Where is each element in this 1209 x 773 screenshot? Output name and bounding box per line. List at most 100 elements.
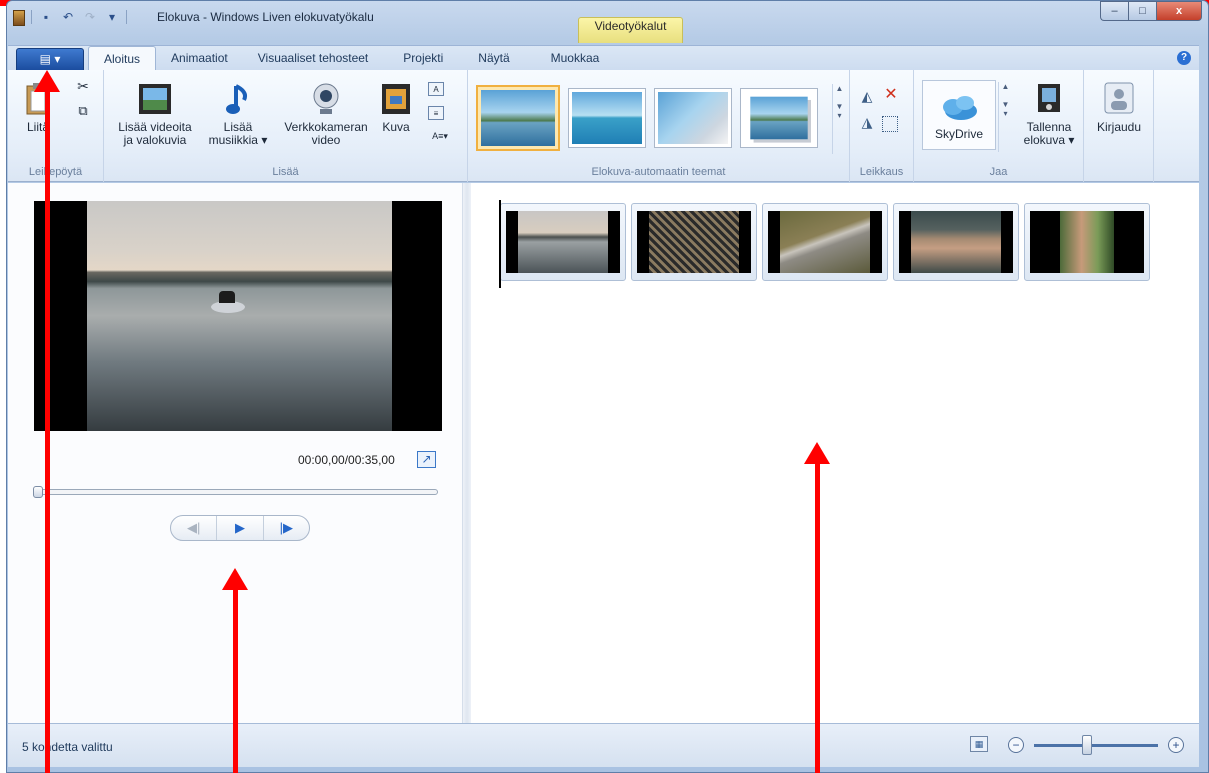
maximize-button[interactable]: □ bbox=[1128, 1, 1156, 21]
group-label-edit: Leikkaus bbox=[859, 166, 904, 178]
ribbon-tab-strip: ▤ ▾ Aloitus Animaatiot Visuaaliset tehos… bbox=[8, 45, 1199, 71]
help-icon[interactable]: ? bbox=[1177, 51, 1191, 65]
skydrive-label: SkyDrive bbox=[934, 127, 983, 141]
storyboard-clip[interactable] bbox=[893, 203, 1019, 281]
contextual-tab-group-label: Videotyökalut bbox=[594, 19, 667, 33]
storyboard-clip[interactable] bbox=[499, 200, 626, 288]
webcam-icon bbox=[313, 83, 339, 114]
zoom-in-icon[interactable]: + bbox=[1168, 737, 1184, 753]
clip-image bbox=[1060, 211, 1114, 273]
signin-button[interactable]: Kirjaudu bbox=[1090, 82, 1148, 134]
save-movie-button[interactable]: Tallenna elokuva ▾ bbox=[1018, 82, 1080, 147]
ribbon-group-add: Lisää videoita ja valokuvia Lisää musiik… bbox=[104, 70, 468, 182]
webcam-label-line1: Verkkokameran bbox=[284, 120, 368, 134]
playback-controls: ◀| ▶ |▶ bbox=[170, 515, 310, 541]
share-gallery-scroller[interactable]: ▲ ▼ ▾ bbox=[998, 82, 1012, 152]
theme-thumb[interactable] bbox=[740, 88, 818, 148]
qat-customize-icon[interactable]: ▾ bbox=[104, 9, 120, 25]
group-label-share: Jaa bbox=[989, 166, 1008, 178]
rotate-right-icon[interactable]: ◮ bbox=[858, 115, 876, 129]
clip-thumbnail bbox=[637, 211, 751, 273]
tab-animaatiot[interactable]: Animaatiot bbox=[156, 46, 243, 71]
storyboard-clip[interactable] bbox=[631, 203, 757, 281]
group-label-clipboard: Leikepöytä bbox=[28, 166, 83, 178]
webcam-video-button[interactable]: Verkkokameran video bbox=[280, 82, 372, 147]
save-movie-icon bbox=[1038, 84, 1060, 112]
theme-preview bbox=[572, 92, 642, 144]
ribbon-group-themes: ▲ ▼ ▾ Elokuva-automaatin teemat bbox=[468, 70, 850, 182]
window-title: Elokuva - Windows Liven elokuvatyökalu bbox=[157, 10, 374, 24]
zoom-out-icon[interactable]: − bbox=[1008, 737, 1024, 753]
theme-preview bbox=[481, 90, 555, 146]
annotation-arrow bbox=[34, 70, 60, 773]
storyboard-size-icon[interactable]: ▦ bbox=[970, 736, 988, 752]
add-video-icon bbox=[139, 84, 171, 114]
remove-icon[interactable]: ✕ bbox=[882, 87, 900, 103]
status-bar: 5 kohdetta valittu ▦ − + bbox=[8, 723, 1199, 767]
previous-frame-button[interactable]: ◀| bbox=[171, 516, 218, 540]
zoom-slider-thumb[interactable] bbox=[1082, 735, 1092, 755]
theme-thumb[interactable] bbox=[476, 85, 560, 151]
minimize-button[interactable]: – bbox=[1100, 1, 1128, 21]
storyboard-clip[interactable] bbox=[1024, 203, 1150, 281]
theme-thumb[interactable] bbox=[654, 88, 732, 148]
fullscreen-icon[interactable]: ↗ bbox=[417, 451, 436, 468]
application-menu-button[interactable]: ▤ ▾ bbox=[16, 48, 84, 71]
group-label-add: Lisää bbox=[272, 166, 299, 178]
seek-handle[interactable] bbox=[33, 486, 43, 498]
caption-title-icon[interactable]: A bbox=[428, 82, 444, 96]
preview-frame bbox=[87, 201, 392, 431]
playhead[interactable] bbox=[499, 200, 501, 288]
clip-image bbox=[518, 211, 608, 273]
signin-icon bbox=[1104, 82, 1134, 114]
close-button[interactable]: x bbox=[1156, 1, 1202, 21]
play-button[interactable]: ▶ bbox=[217, 516, 264, 540]
clip-thumbnail bbox=[899, 211, 1013, 273]
tab-muokkaa[interactable]: Muokkaa bbox=[525, 46, 626, 71]
workspace: 00:00,00/00:35,00 ↗ ◀| ▶ |▶ bbox=[8, 183, 1199, 723]
caption-icon[interactable]: ≡ bbox=[428, 106, 444, 120]
tab-nayta[interactable]: Näytä bbox=[458, 46, 524, 71]
selection-status: 5 kohdetta valittu bbox=[22, 740, 113, 754]
rotate-left-icon[interactable]: ◭ bbox=[858, 89, 876, 103]
preview-boat bbox=[211, 291, 245, 313]
add-videos-photos-button[interactable]: Lisää videoita ja valokuvia bbox=[110, 82, 200, 147]
qat-separator bbox=[31, 10, 32, 24]
add-music-button[interactable]: Lisää musiikkia ▾ bbox=[204, 82, 272, 147]
tab-visuaaliset-tehosteet[interactable]: Visuaaliset tehosteet bbox=[243, 46, 384, 71]
clip-image bbox=[649, 211, 739, 273]
playback-time: 00:00,00/00:35,00 bbox=[298, 453, 395, 467]
zoom-slider-track[interactable] bbox=[1034, 744, 1158, 747]
seek-bar[interactable] bbox=[33, 486, 438, 498]
credits-icon[interactable]: A≡▾ bbox=[428, 130, 452, 144]
clip-thumbnail bbox=[1030, 211, 1144, 273]
group-label-themes: Elokuva-automaatin teemat bbox=[591, 166, 726, 178]
pane-splitter[interactable] bbox=[463, 183, 471, 723]
next-frame-button[interactable]: |▶ bbox=[264, 516, 309, 540]
save-icon[interactable]: ▪ bbox=[38, 9, 54, 25]
title-bar[interactable]: ▪ ↶ ↷ ▾ Elokuva - Windows Liven elokuvat… bbox=[7, 1, 1208, 45]
save-movie-label-line2: elokuva ▾ bbox=[1023, 133, 1075, 147]
contextual-tab-group: Videotyökalut bbox=[578, 17, 683, 43]
video-preview[interactable] bbox=[34, 201, 442, 431]
select-all-icon[interactable] bbox=[882, 116, 898, 132]
redo-icon[interactable]: ↷ bbox=[82, 9, 98, 25]
theme-thumb[interactable] bbox=[568, 88, 646, 148]
skydrive-button[interactable]: SkyDrive bbox=[922, 80, 996, 150]
theme-gallery bbox=[476, 78, 846, 154]
add-music-label-line1: Lisää bbox=[223, 120, 253, 134]
storyboard bbox=[499, 200, 1150, 288]
tab-aloitus[interactable]: Aloitus bbox=[88, 46, 157, 71]
ribbon-tabs: Aloitus Animaatiot Visuaaliset tehosteet… bbox=[88, 46, 625, 71]
storyboard-clip[interactable] bbox=[762, 203, 888, 281]
snapshot-button[interactable]: Kuva bbox=[376, 82, 416, 134]
app-icon[interactable] bbox=[13, 10, 25, 26]
undo-icon[interactable]: ↶ bbox=[60, 9, 76, 25]
theme-gallery-scroller[interactable]: ▲ ▼ ▾ bbox=[832, 84, 846, 154]
cut-icon[interactable]: ✂ bbox=[74, 79, 92, 93]
save-movie-label-line1: Tallenna bbox=[1026, 120, 1072, 134]
annotation-arrow bbox=[804, 442, 830, 773]
tab-projekti[interactable]: Projekti bbox=[383, 46, 458, 71]
ribbon-group-signin: Kirjaudu bbox=[1084, 70, 1154, 182]
copy-icon[interactable]: ⧉ bbox=[74, 104, 92, 117]
